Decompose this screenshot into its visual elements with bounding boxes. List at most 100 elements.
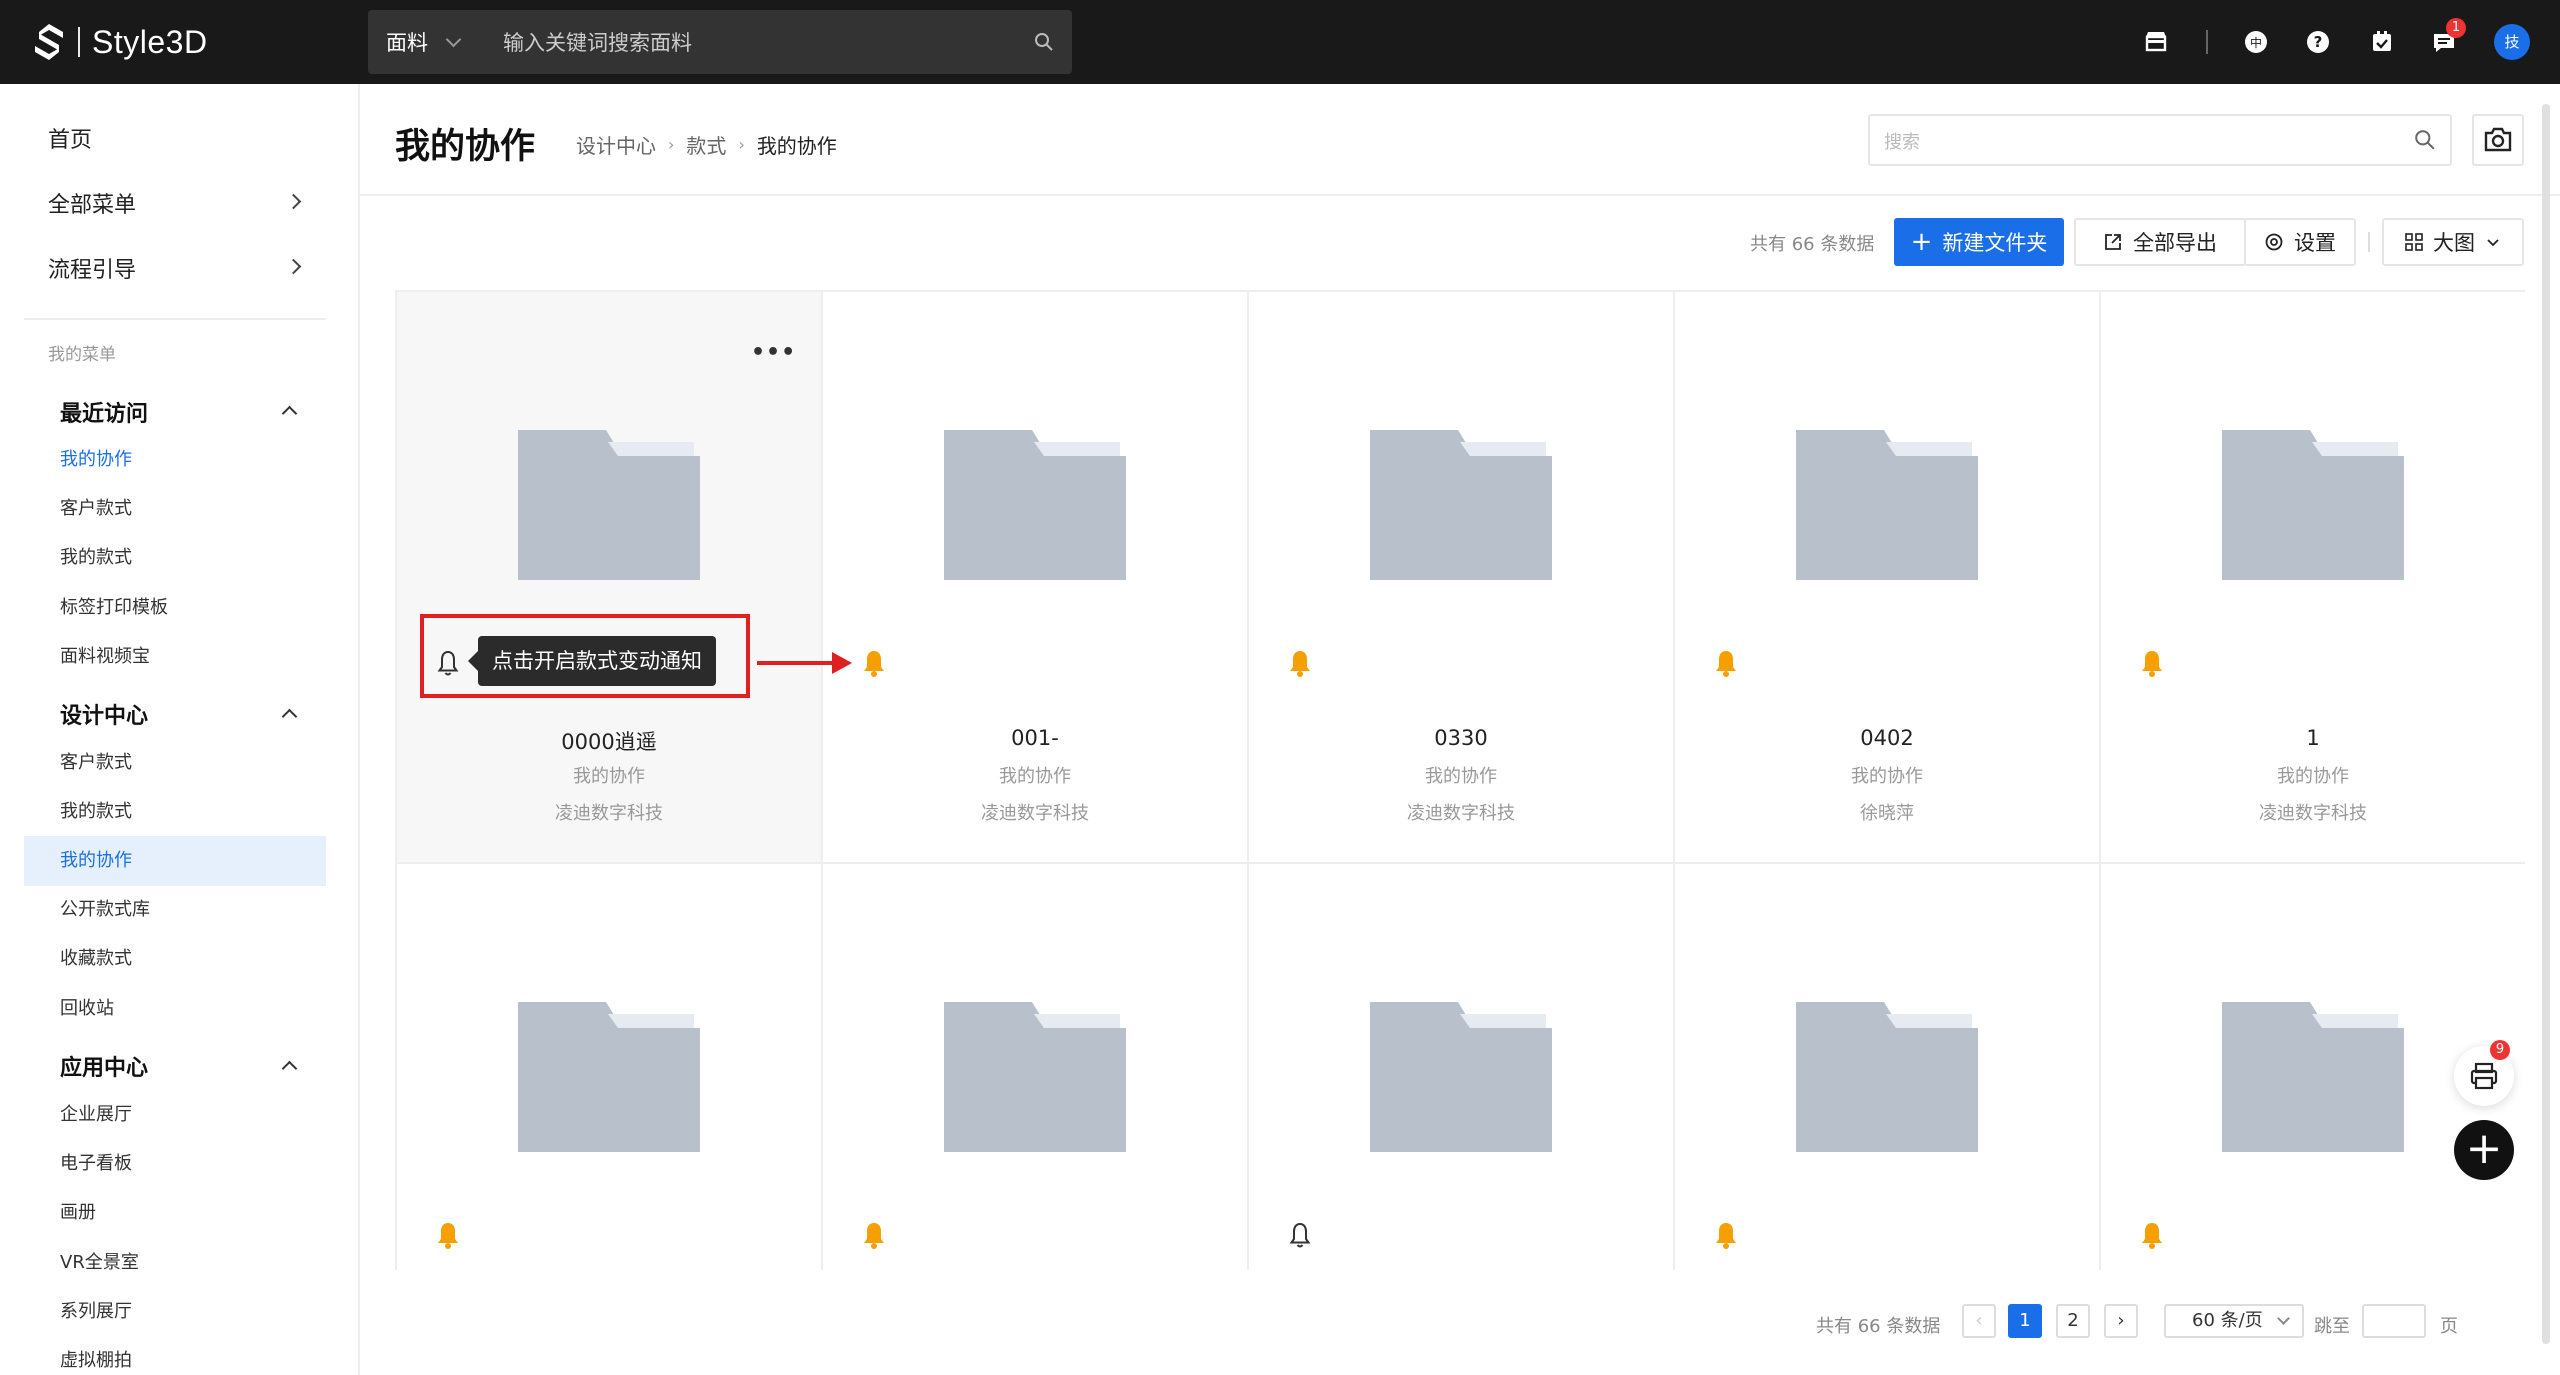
folder-card[interactable] xyxy=(1249,864,1675,1270)
bell-filled-icon[interactable] xyxy=(2139,1220,2165,1250)
scrollbar-thumb[interactable] xyxy=(2542,104,2550,1344)
breadcrumb-item[interactable]: 款式 xyxy=(686,130,726,159)
page-search-field[interactable]: 搜索 xyxy=(1868,114,2452,166)
sidebar-item-dashboard[interactable]: 电子看板 xyxy=(60,1149,132,1175)
help-icon[interactable]: ? xyxy=(2302,26,2334,58)
folder-icon xyxy=(1370,430,1552,580)
bell-filled-icon[interactable] xyxy=(1713,648,1739,678)
chevron-up-icon[interactable] xyxy=(281,708,298,725)
sidebar-item-recent-collab[interactable]: 我的协作 xyxy=(60,445,132,471)
annotation-arrow-line xyxy=(757,661,837,665)
message-badge: 1 xyxy=(2446,18,2466,38)
sidebar-item-recent-customer-styles[interactable]: 客户款式 xyxy=(60,494,132,520)
more-options-icon[interactable]: ••• xyxy=(751,340,796,365)
bell-filled-icon[interactable] xyxy=(2139,648,2165,678)
folder-name: 0402 xyxy=(1860,726,1914,750)
sidebar-item-design-collab[interactable]: 我的协作 xyxy=(60,846,132,872)
folder-card[interactable] xyxy=(823,864,1249,1270)
export-icon xyxy=(2105,234,2121,250)
breadcrumb-item[interactable]: 设计中心 xyxy=(576,130,656,159)
sidebar-item-vr-room[interactable]: VR全景室 xyxy=(60,1248,139,1274)
sidebar-item-recent-label-template[interactable]: 标签打印模板 xyxy=(60,593,168,619)
sidebar: 首页 全部菜单 流程引导 我的菜单 最近访问 我的协作 客户款式 我的款式 标签… xyxy=(0,84,360,1375)
bell-filled-icon[interactable] xyxy=(861,648,887,678)
folder-card[interactable]: 0402 我的协作 徐晓萍 xyxy=(1675,292,2101,864)
bell-filled-icon[interactable] xyxy=(1713,1220,1739,1250)
folder-owner: 我的协作 xyxy=(2277,766,2349,787)
bell-filled-icon[interactable] xyxy=(1287,648,1313,678)
chevron-right-icon xyxy=(285,193,302,210)
task-icon[interactable] xyxy=(2366,26,2398,58)
folder-card[interactable]: 1 我的协作 凌迪数字科技 xyxy=(2101,292,2525,864)
sidebar-item-home[interactable]: 首页 xyxy=(48,122,92,154)
add-float-button[interactable]: + xyxy=(2454,1120,2514,1180)
sidebar-group-design[interactable]: 设计中心 xyxy=(60,698,148,730)
new-folder-button[interactable]: + 新建文件夹 xyxy=(1894,218,2064,266)
chevron-down-icon xyxy=(445,31,462,47)
sidebar-item-recent-my-styles[interactable]: 我的款式 xyxy=(60,543,132,569)
global-search[interactable]: 面料 输入关键词搜索面料 xyxy=(368,10,1072,74)
sidebar-item-public-library[interactable]: 公开款式库 xyxy=(60,895,150,921)
folder-card[interactable] xyxy=(1675,864,2101,1270)
sidebar-item-recycle-bin[interactable]: 回收站 xyxy=(60,994,114,1020)
page-search-input[interactable]: 搜索 xyxy=(1884,128,1920,154)
sidebar-item-recent-fabric-video[interactable]: 面料视频宝 xyxy=(60,642,150,668)
pagination-total: 共有 66 条数据 xyxy=(1816,1316,1941,1337)
page-button-2[interactable]: 2 xyxy=(2056,1304,2090,1338)
folder-grid: ••• 0000逍遥 我的协作 凌迪数字科技 001- 我的协作 凌迪数字科技 0… xyxy=(395,290,2525,1270)
folder-icon xyxy=(1796,430,1978,580)
search-category-label: 面料 xyxy=(386,31,428,55)
folder-card[interactable]: ••• 0000逍遥 我的协作 凌迪数字科技 xyxy=(397,292,823,864)
folder-company: 凌迪数字科技 xyxy=(1407,803,1515,824)
language-icon[interactable]: 中 xyxy=(2240,26,2272,58)
new-folder-label: 新建文件夹 xyxy=(1942,231,2048,255)
settings-button[interactable]: 设置 xyxy=(2244,218,2356,266)
search-input[interactable]: 输入关键词搜索面料 xyxy=(503,27,1034,57)
view-mode-select[interactable]: 大图 xyxy=(2382,218,2524,266)
export-all-button[interactable]: 全部导出 xyxy=(2074,218,2246,266)
export-all-label: 全部导出 xyxy=(2133,231,2217,255)
sidebar-item-album[interactable]: 画册 xyxy=(60,1198,96,1224)
folder-card[interactable] xyxy=(397,864,823,1270)
folder-card[interactable]: 0330 我的协作 凌迪数字科技 xyxy=(1249,292,1675,864)
search-category-select[interactable]: 面料 xyxy=(368,27,488,57)
bell-filled-icon[interactable] xyxy=(435,1220,461,1250)
sidebar-item-favorites[interactable]: 收藏款式 xyxy=(60,944,132,970)
sidebar-item-design-customer-styles[interactable]: 客户款式 xyxy=(60,748,132,774)
breadcrumb-separator-icon: › xyxy=(668,135,675,154)
sidebar-item-guide[interactable]: 流程引导 xyxy=(48,252,136,284)
page-size-select[interactable]: 60 条/页 xyxy=(2164,1304,2304,1338)
sidebar-item-all-menu[interactable]: 全部菜单 xyxy=(48,187,136,219)
folder-name: 0000逍遥 xyxy=(561,730,657,754)
camera-icon xyxy=(2484,127,2512,152)
chevron-up-icon[interactable] xyxy=(281,1060,298,1077)
bell-icon[interactable] xyxy=(1287,1220,1313,1250)
sidebar-item-design-my-styles[interactable]: 我的款式 xyxy=(60,797,132,823)
settings-label: 设置 xyxy=(2294,231,2336,255)
plus-icon: + xyxy=(1910,227,1933,257)
chevron-up-icon[interactable] xyxy=(281,405,298,422)
folder-name: 001- xyxy=(1011,726,1059,750)
top-bar: Style3D 面料 输入关键词搜索面料 中 ? 1 技 xyxy=(0,0,2560,84)
folder-icon xyxy=(2222,1002,2404,1152)
sidebar-group-apps[interactable]: 应用中心 xyxy=(60,1050,148,1082)
folder-company: 凌迪数字科技 xyxy=(555,803,663,824)
sidebar-group-recent[interactable]: 最近访问 xyxy=(60,396,148,428)
bell-filled-icon[interactable] xyxy=(861,1220,887,1250)
store-icon[interactable] xyxy=(2140,26,2172,58)
avatar[interactable]: 技 xyxy=(2494,24,2530,60)
prev-page-button[interactable]: ‹ xyxy=(1962,1304,1996,1338)
page-title: 我的协作 xyxy=(395,127,536,167)
page-button-1[interactable]: 1 xyxy=(2008,1304,2042,1338)
image-search-button[interactable] xyxy=(2472,114,2524,166)
jump-page-input[interactable] xyxy=(2362,1304,2426,1338)
search-icon[interactable] xyxy=(1034,32,1054,52)
sidebar-item-showroom[interactable]: 企业展厅 xyxy=(60,1100,132,1126)
next-page-button[interactable]: › xyxy=(2104,1304,2138,1338)
main-scrollbar[interactable] xyxy=(2540,84,2552,1374)
search-icon[interactable] xyxy=(2414,129,2436,151)
folder-icon xyxy=(944,430,1126,580)
folder-owner: 我的协作 xyxy=(1425,766,1497,787)
folder-card[interactable]: 001- 我的协作 凌迪数字科技 xyxy=(823,292,1249,864)
app-logo[interactable]: Style3D xyxy=(32,20,208,64)
